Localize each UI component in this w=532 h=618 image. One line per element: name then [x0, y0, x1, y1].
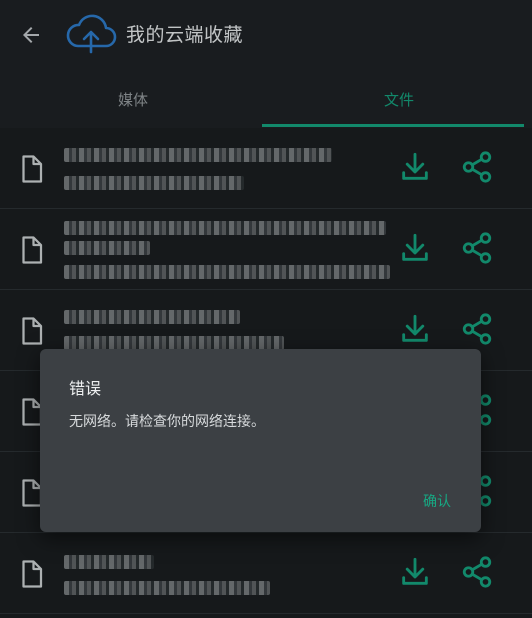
- confirm-button[interactable]: 确认: [423, 491, 451, 511]
- dialog-title: 错误: [69, 379, 102, 398]
- dialog-message: 无网络。请检查你的网络连接。: [69, 414, 265, 430]
- error-dialog: 错误 无网络。请检查你的网络连接。 确认: [40, 349, 481, 532]
